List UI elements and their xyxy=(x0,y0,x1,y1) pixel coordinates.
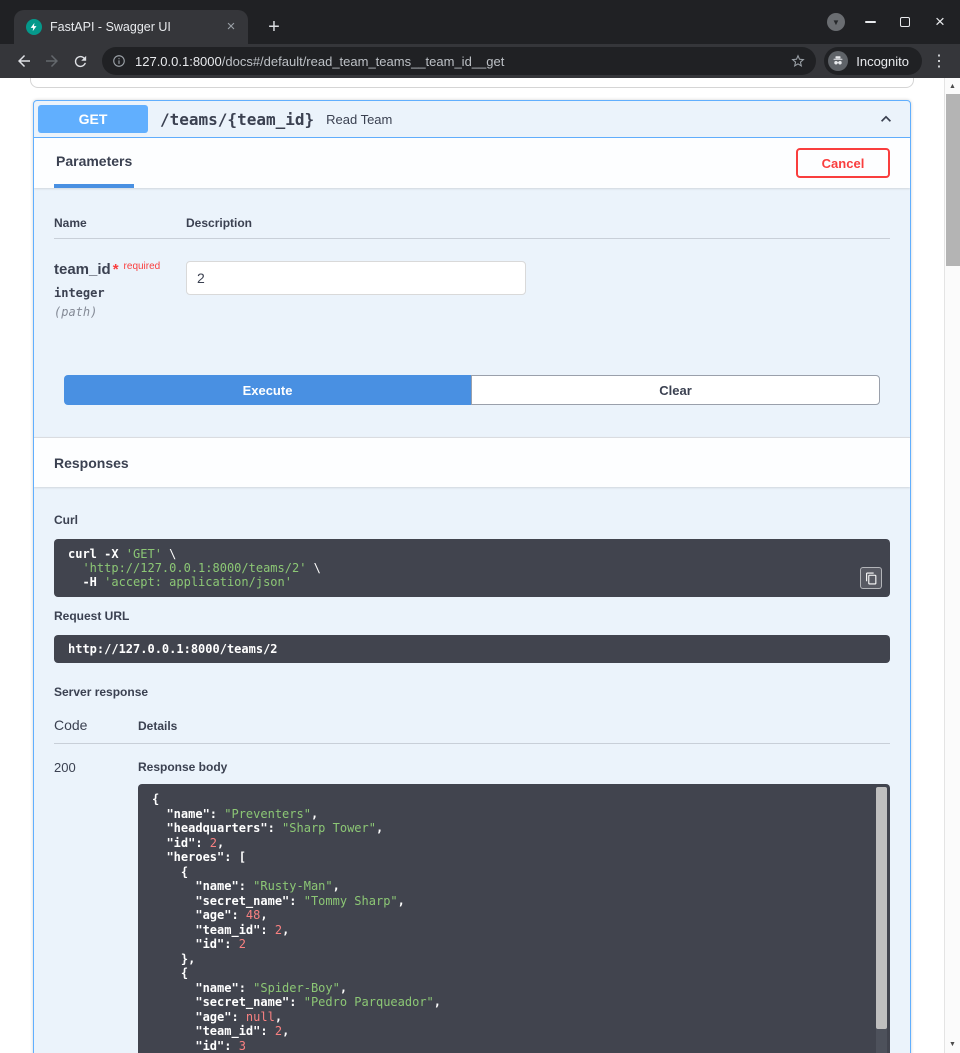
parameters-table-header: Name Description xyxy=(54,216,890,239)
fastapi-favicon-icon xyxy=(26,19,42,35)
execute-button[interactable]: Execute xyxy=(64,375,471,405)
parameter-row: team_id*required integer (path) xyxy=(54,239,890,319)
responses-header: Responses xyxy=(34,437,910,487)
new-tab-button[interactable]: + xyxy=(260,13,288,41)
parameters-body: Name Description team_id*required intege… xyxy=(34,188,910,405)
bookmark-star-icon[interactable] xyxy=(790,53,806,69)
page-scrollbar-thumb[interactable] xyxy=(946,94,960,266)
execute-row: Execute Clear xyxy=(64,375,880,405)
browser-menu-icon[interactable]: ⋮ xyxy=(928,51,950,71)
scroll-down-icon[interactable]: ▼ xyxy=(945,1038,960,1051)
back-icon[interactable] xyxy=(10,47,38,75)
topbar-bottom-edge xyxy=(30,78,914,88)
parameters-header: Parameters Cancel xyxy=(34,138,910,188)
status-code: 200 xyxy=(54,760,138,1053)
curl-command-block: curl -X 'GET' \ 'http://127.0.0.1:8000/t… xyxy=(54,539,890,597)
window-controls: ▼ × xyxy=(827,0,950,44)
curl-code-text: curl -X 'GET' \ 'http://127.0.0.1:8000/t… xyxy=(68,547,876,589)
endpoint-summary: Read Team xyxy=(326,112,392,127)
browser-toolbar: 127.0.0.1:8000/docs#/default/read_team_t… xyxy=(0,44,960,78)
maximize-button[interactable] xyxy=(895,12,915,32)
code-header: Code xyxy=(54,717,138,733)
method-badge: GET xyxy=(38,105,148,133)
response-json-text: { "name": "Preventers", "headquarters": … xyxy=(152,792,876,1053)
column-header-name: Name xyxy=(54,216,186,230)
parameter-type: integer xyxy=(54,286,186,300)
page-scrollbar[interactable]: ▲ ▼ xyxy=(944,78,960,1053)
required-asterisk: * xyxy=(113,261,119,278)
request-url-value: http://127.0.0.1:8000/teams/2 xyxy=(54,635,890,663)
browser-status-icon[interactable]: ▼ xyxy=(827,13,845,31)
response-body-block: { "name": "Preventers", "headquarters": … xyxy=(138,784,890,1053)
incognito-badge: Incognito xyxy=(824,47,922,75)
required-label: required xyxy=(124,261,161,272)
response-row: 200 Response body { "name": "Preventers"… xyxy=(54,744,890,1053)
curl-label: Curl xyxy=(54,513,890,527)
server-response-label: Server response xyxy=(54,685,890,699)
copy-icon[interactable] xyxy=(860,567,882,589)
parameter-location: (path) xyxy=(54,305,186,319)
tab-parameters[interactable]: Parameters xyxy=(54,138,134,188)
page-info-icon[interactable] xyxy=(112,54,126,68)
incognito-icon xyxy=(828,51,848,71)
responses-body: Curl curl -X 'GET' \ 'http://127.0.0.1:8… xyxy=(34,487,910,1053)
collapse-chevron-icon[interactable] xyxy=(876,109,896,129)
parameter-name: team_id*required xyxy=(54,261,186,278)
parameters-tab-label: Parameters xyxy=(56,153,132,169)
opblock-header[interactable]: GET /teams/{team_id} Read Team xyxy=(34,101,910,138)
request-url-label: Request URL xyxy=(54,609,890,623)
scroll-up-icon[interactable]: ▲ xyxy=(945,80,960,93)
url-bar[interactable]: 127.0.0.1:8000/docs#/default/read_team_t… xyxy=(102,47,816,75)
reload-icon[interactable] xyxy=(66,47,94,75)
response-scrollbar[interactable] xyxy=(876,787,887,1053)
browser-titlebar: FastAPI - Swagger UI × + ▼ × xyxy=(0,0,960,44)
response-table-header: Code Details xyxy=(54,717,890,744)
browser-tab[interactable]: FastAPI - Swagger UI × xyxy=(14,10,248,44)
incognito-label: Incognito xyxy=(856,54,909,69)
url-text: 127.0.0.1:8000/docs#/default/read_team_t… xyxy=(135,54,782,69)
responses-title: Responses xyxy=(54,455,129,471)
response-body-label: Response body xyxy=(138,760,890,774)
opblock-get-read-team: GET /teams/{team_id} Read Team Parameter… xyxy=(33,100,911,1053)
endpoint-path: /teams/{team_id} xyxy=(160,110,314,129)
details-header: Details xyxy=(138,719,177,733)
column-header-description: Description xyxy=(186,216,252,230)
clear-button[interactable]: Clear xyxy=(471,375,880,405)
tab-title: FastAPI - Swagger UI xyxy=(50,20,218,34)
team-id-input[interactable] xyxy=(186,261,526,295)
swagger-page: GET /teams/{team_id} Read Team Parameter… xyxy=(0,78,960,1053)
forward-icon[interactable] xyxy=(38,47,66,75)
response-scrollbar-thumb[interactable] xyxy=(876,787,887,1029)
minimize-button[interactable] xyxy=(860,12,880,32)
cancel-button[interactable]: Cancel xyxy=(796,148,890,178)
tab-close-icon[interactable]: × xyxy=(222,18,240,36)
close-button[interactable]: × xyxy=(930,12,950,32)
